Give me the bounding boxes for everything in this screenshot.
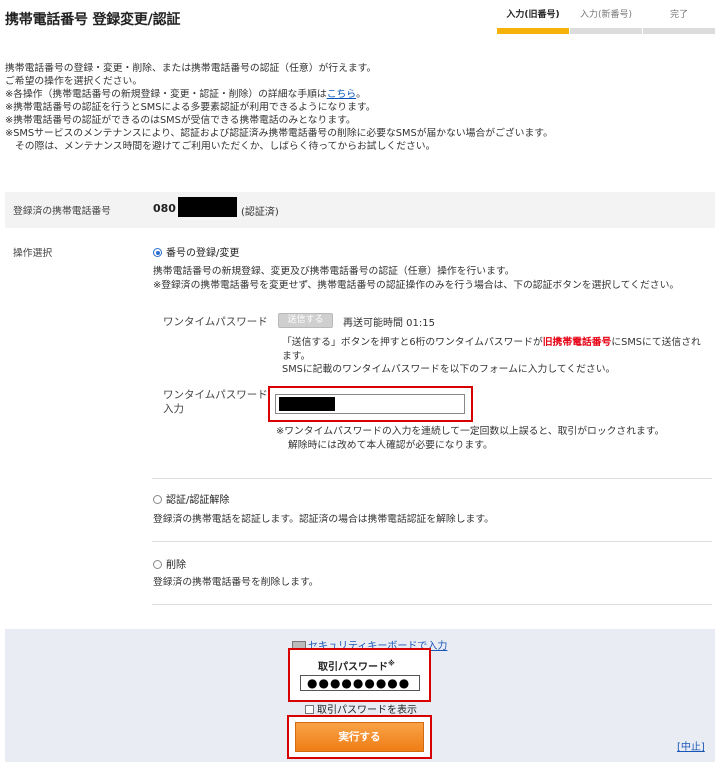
divider	[152, 541, 712, 542]
radio-register-change[interactable]: 番号の登録/変更	[153, 244, 239, 259]
transaction-password-label: 取引パスワード※	[318, 658, 395, 673]
note-text: ※ワンタイムパスワードの入力を連続して一定回数以上誤ると、取引がロックされます。	[276, 426, 665, 437]
page-title: 携帯電話番号 登録変更/認証	[5, 12, 181, 28]
procedure-link[interactable]: こちら	[327, 89, 356, 100]
execute-highlight-frame: 実行する	[287, 715, 432, 759]
label-line: ワンタイムパスワード	[163, 389, 268, 401]
transaction-password-input[interactable]	[300, 675, 420, 691]
progress-steps: 入力(旧番号) 入力(新番号) 完了	[497, 4, 715, 34]
radio-label: 削除	[166, 560, 186, 571]
otp-input[interactable]	[275, 394, 465, 414]
otp-note: 「送信する」ボタンを押すと6桁のワンタイムパスワードが旧携帯電話番号にSMSにて…	[282, 336, 707, 377]
intro-line: 携帯電話番号の登録・変更・削除、または携帯電話番号の認証（任意）が行えます。	[5, 63, 377, 74]
note-text: SMSに記載のワンタイムパスワードを以下のフォームに入力してください。	[282, 364, 616, 375]
redacted-otp-value	[279, 397, 335, 411]
intro-text-span: ※各操作（携帯電話番号の新規登録・変更・認証・削除）の詳細な手順は	[5, 89, 327, 100]
intro-line: ※携帯電話番号の認証ができるのはSMSが受信できる携帯電話のみとなります。	[5, 115, 356, 126]
desc-line: 携帯電話番号の新規登録、変更及び携帯電話番号の認証（任意）操作を行います。	[153, 266, 515, 277]
transaction-password-frame: 取引パスワード※	[288, 648, 431, 702]
intro-text-span: 。	[356, 89, 366, 100]
radio-auth[interactable]: 認証/認証解除	[153, 491, 229, 506]
desc-line: ※登録済の携帯電話番号を変更せず、携帯電話番号の認証操作のみを行う場合は、下の認…	[153, 280, 680, 291]
intro-line: ※携帯電話番号の認証を行うとSMSによる多要素認証が利用できるようになります。	[5, 102, 376, 113]
delete-description: 登録済の携帯電話番号を削除します。	[153, 577, 319, 588]
execute-button[interactable]: 実行する	[295, 722, 424, 752]
step-bar	[570, 28, 642, 34]
operation-select-label: 操作選択	[13, 248, 53, 259]
phone-prefix: 080	[153, 202, 176, 215]
intro-text: 携帯電話番号の登録・変更・削除、または携帯電話番号の認証（任意）が行えます。 ご…	[5, 62, 705, 153]
cancel-link[interactable]: [中止]	[677, 738, 705, 753]
radio-label: 認証/認証解除	[166, 495, 230, 506]
resend-timer: 再送可能時間 01:15	[343, 318, 435, 329]
radio-label: 番号の登録/変更	[166, 248, 240, 259]
show-password-checkbox[interactable]: 取引パスワードを表示	[305, 701, 417, 716]
lock-note: ※ワンタイムパスワードの入力を連続して一定回数以上誤ると、取引がロックされます。…	[276, 425, 706, 453]
radio-delete[interactable]: 削除	[153, 556, 186, 571]
note-text: 解除時には改めて本人確認が必要になります。	[288, 440, 493, 451]
step-label: 入力(新番号)	[579, 10, 633, 20]
registered-number-label: 登録済の携帯電話番号	[13, 206, 111, 217]
note-text: 「送信する」ボタンを押すと6桁のワンタイムパスワードが	[282, 337, 543, 348]
send-otp-button[interactable]: 送信する	[278, 313, 333, 328]
intro-line: ※SMSサービスのメンテナンスにより、認証および認証済み携帯電話番号の削除に必要…	[5, 128, 553, 139]
radio-unselected-icon[interactable]	[153, 560, 162, 569]
intro-line: ※各操作（携帯電話番号の新規登録・変更・認証・削除）の詳細な手順はこちら。	[5, 88, 705, 101]
intro-line: その際は、メンテナンス時間を避けてご利用いただくか、しばらく待ってからお試しくだ…	[15, 141, 436, 152]
note-highlight: 旧携帯電話番号	[542, 337, 612, 348]
step-label: 入力(旧番号)	[506, 10, 560, 20]
step-label: 完了	[669, 10, 688, 20]
register-description: 携帯電話番号の新規登録、変更及び携帯電話番号の認証（任意）操作を行います。 ※登…	[153, 265, 679, 293]
registered-number-row: 登録済の携帯電話番号 080 (認証済)	[5, 192, 715, 228]
otp-input-label: ワンタイムパスワード 入力	[163, 388, 268, 416]
required-mark: ※	[388, 659, 395, 668]
step-input-new: 入力(新番号)	[570, 4, 642, 34]
divider	[152, 478, 712, 479]
auth-description: 登録済の携帯電話を認証します。認証済の場合は携帯電話認証を解除します。	[153, 514, 494, 525]
auth-status: (認証済)	[241, 207, 279, 218]
redacted-phone-number	[178, 197, 237, 217]
step-complete: 完了	[643, 4, 715, 34]
intro-line: ご希望の操作を選択ください。	[5, 76, 143, 87]
otp-label: ワンタイムパスワード	[163, 316, 268, 328]
label-text: 取引パスワード	[318, 662, 388, 673]
label-line: 入力	[163, 403, 184, 415]
checkbox-icon[interactable]	[305, 705, 314, 714]
step-bar	[643, 28, 715, 34]
divider	[152, 604, 712, 605]
step-input-old: 入力(旧番号)	[497, 4, 569, 34]
radio-unselected-icon[interactable]	[153, 495, 162, 504]
step-bar	[497, 28, 569, 34]
radio-selected-icon[interactable]	[153, 248, 162, 257]
page-header: 携帯電話番号 登録変更/認証 入力(旧番号) 入力(新番号) 完了	[0, 0, 720, 44]
